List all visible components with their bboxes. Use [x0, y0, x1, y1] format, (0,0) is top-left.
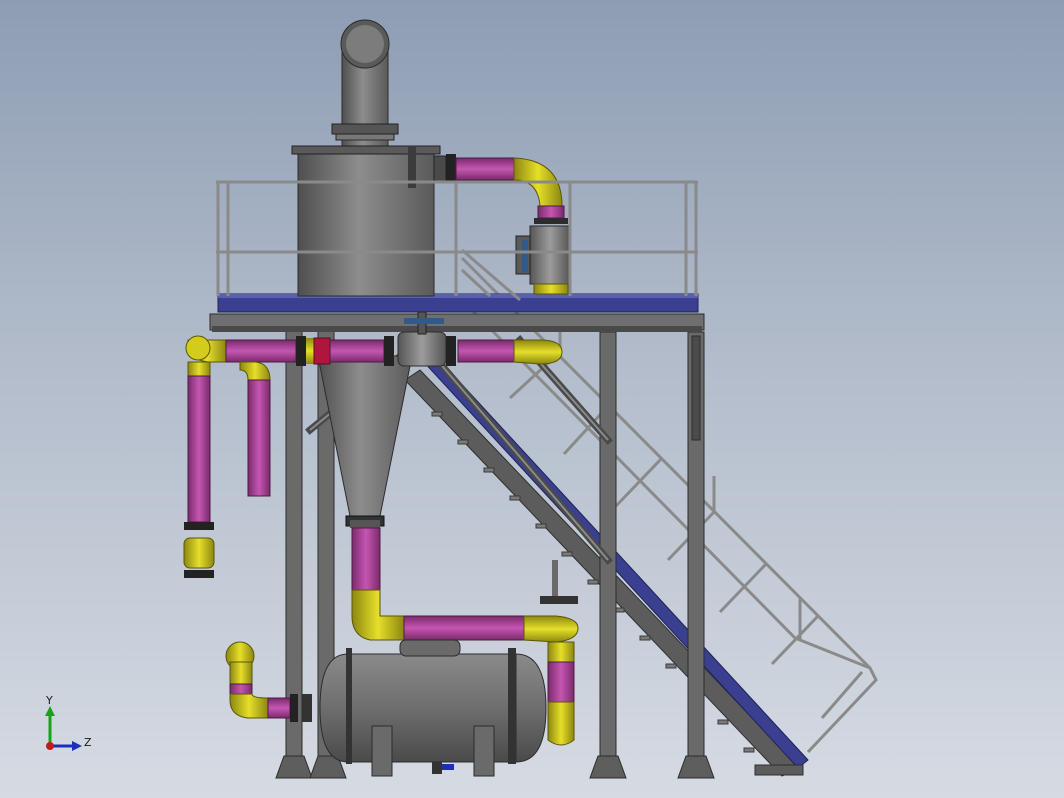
coordinate-triad: Y Z	[45, 694, 92, 751]
triad-z-label: Z	[84, 736, 92, 749]
cyclone-separator[interactable]	[291, 19, 441, 528]
horizontal-receiver-tank[interactable]	[319, 639, 547, 777]
cad-viewport[interactable]: Y Z	[0, 0, 1064, 798]
separator-assembly-model[interactable]: Y Z	[0, 0, 1064, 798]
platform-guardrail	[216, 180, 698, 302]
platform-deck[interactable]	[217, 293, 699, 313]
triad-origin	[46, 742, 54, 750]
triad-y-label: Y	[45, 694, 53, 707]
top-inlet-pipe[interactable]	[433, 154, 571, 295]
